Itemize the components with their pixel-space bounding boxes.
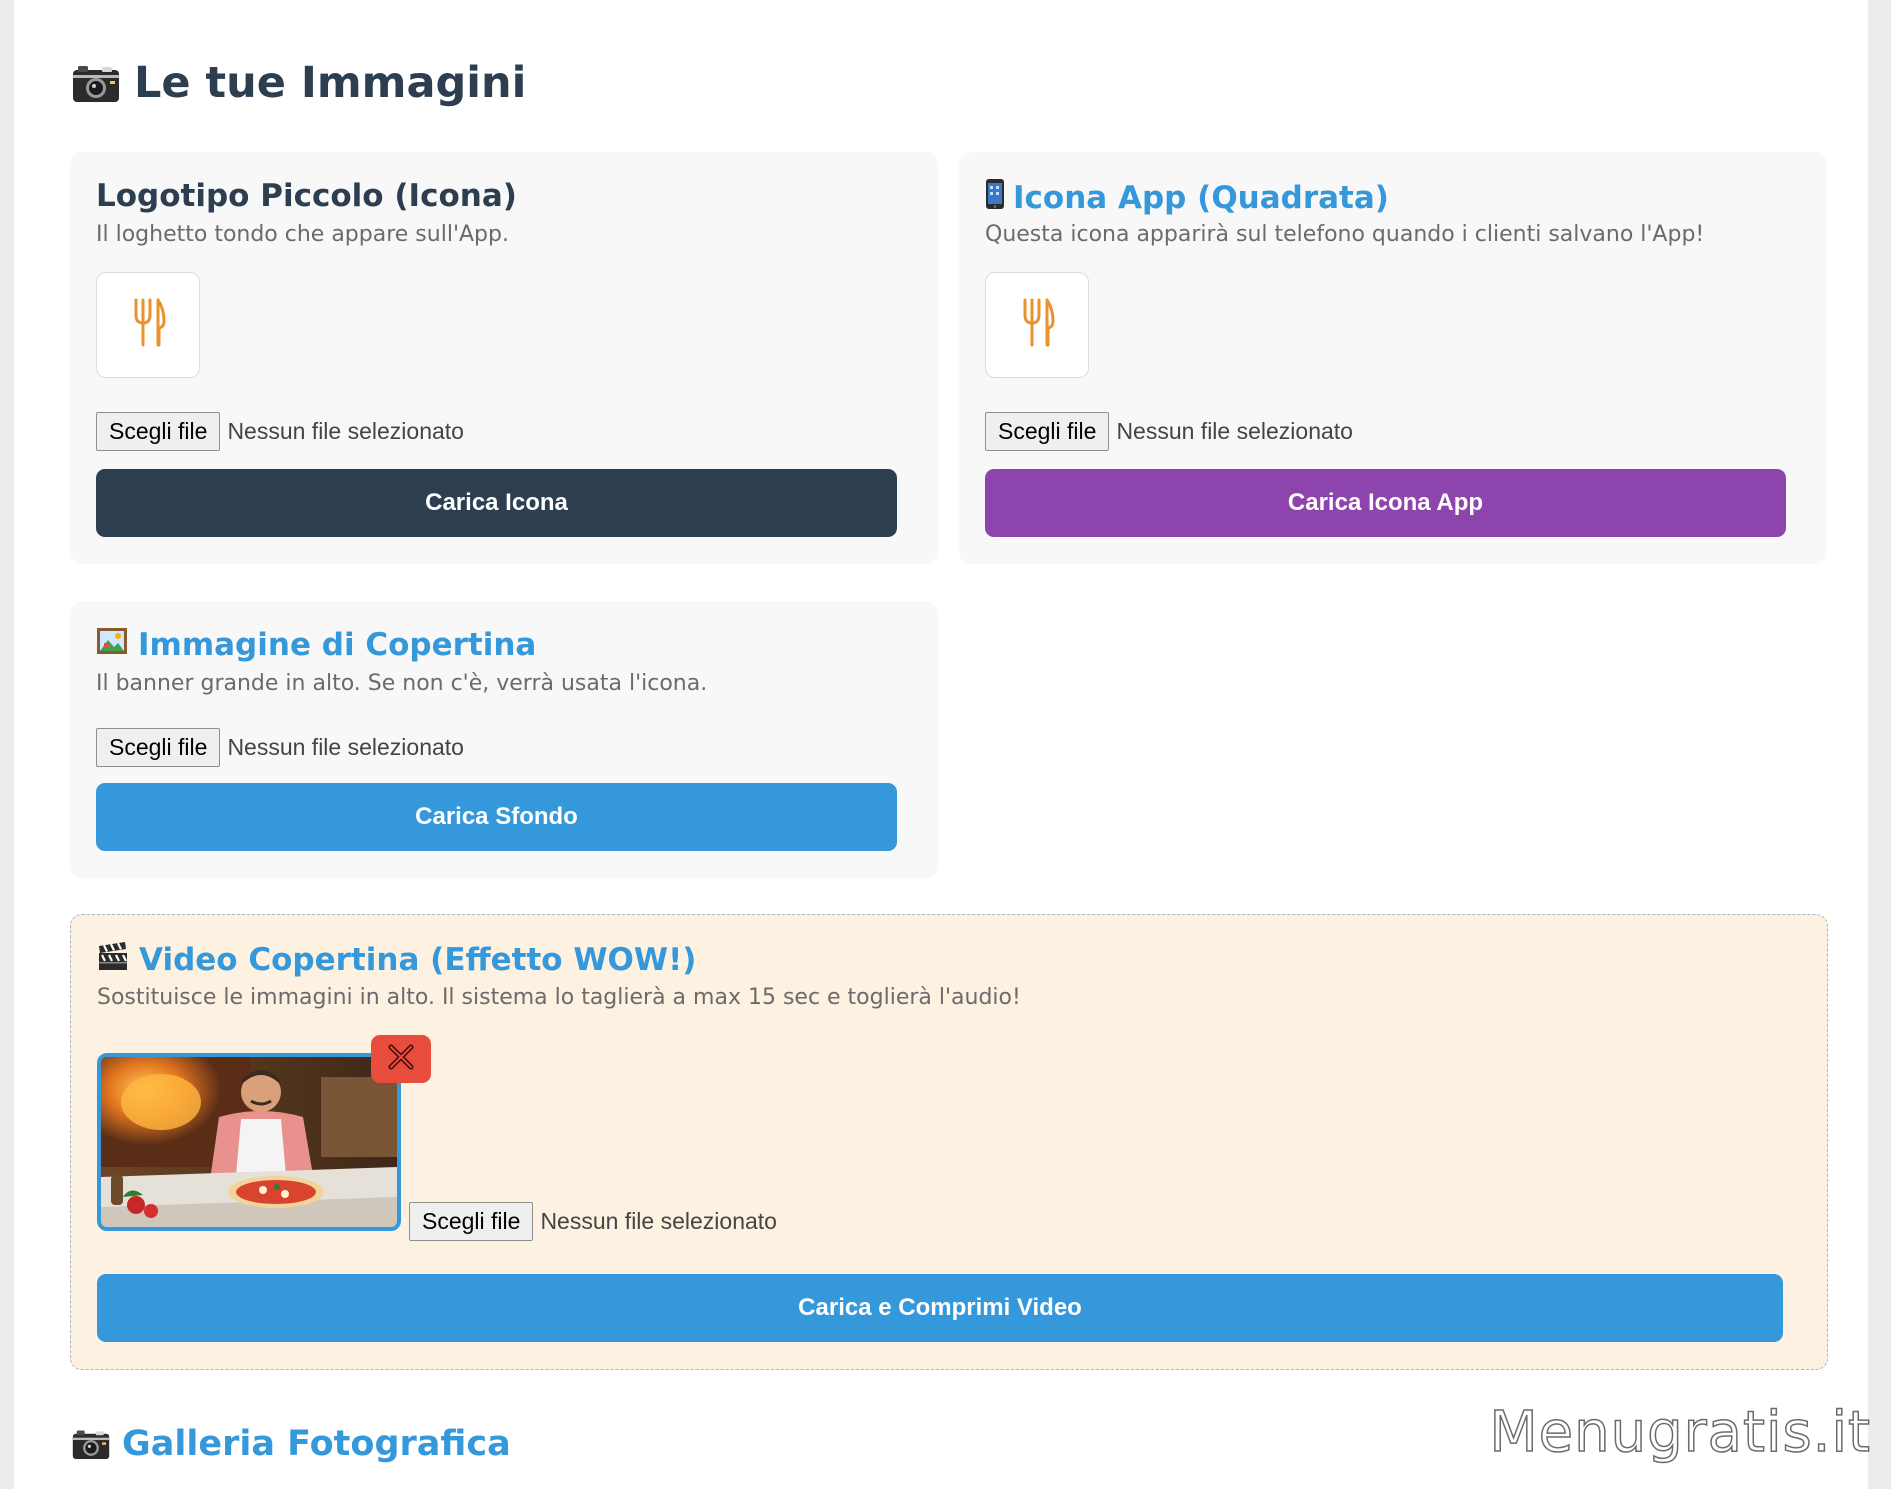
cover-card-description: Il banner grande in alto. Se non c'è, ve… (96, 671, 708, 696)
video-card: Video Copertina (Effetto WOW!) Sostituis… (70, 914, 1828, 1370)
logo-file-status: Nessun file selezionato (227, 418, 464, 444)
video-choose-file-button[interactable]: Scegli file (409, 1202, 534, 1241)
fork-knife-icon (1019, 297, 1055, 354)
gallery-title: Galleria Fotografica (72, 1424, 511, 1464)
cover-file-status: Nessun file selezionato (227, 734, 464, 760)
upload-cover-button[interactable]: Carica Sfondo (96, 783, 897, 851)
upload-app-icon-button[interactable]: Carica Icona App (985, 469, 1786, 537)
cover-choose-file-button[interactable]: Scegli file (96, 728, 221, 767)
video-card-description: Sostituisce le immagini in alto. Il sist… (97, 985, 1021, 1010)
video-file-status: Nessun file selezionato (540, 1208, 777, 1234)
page: Le tue Immagini Logotipo Piccolo (Icona)… (14, 0, 1868, 1489)
logo-card-title: Logotipo Piccolo (Icona) (96, 178, 517, 214)
clapper-board-icon (97, 941, 129, 979)
page-title: Le tue Immagini (72, 58, 526, 108)
app-icon-file-input[interactable]: Scegli file Nessun file selezionato (985, 412, 1353, 451)
camera-icon (72, 63, 120, 103)
picture-icon (96, 627, 128, 663)
watermark: Menugratis.it (1489, 1399, 1871, 1466)
logo-choose-file-button[interactable]: Scegli file (96, 412, 221, 451)
app-icon-choose-file-button[interactable]: Scegli file (985, 412, 1110, 451)
camera-icon (72, 1428, 110, 1460)
video-preview (97, 1053, 401, 1231)
mobile-phone-icon (985, 178, 1005, 218)
scroll-gutter (1868, 0, 1891, 1489)
video-card-title: Video Copertina (Effetto WOW!) (97, 941, 696, 979)
remove-video-button[interactable] (371, 1035, 431, 1083)
fork-knife-icon (130, 297, 166, 354)
close-icon (387, 1043, 415, 1076)
logo-card: Logotipo Piccolo (Icona) Il loghetto ton… (70, 152, 938, 564)
cover-card-title: Immagine di Copertina (96, 627, 536, 663)
upload-icon-button[interactable]: Carica Icona (96, 469, 897, 537)
app-icon-file-status: Nessun file selezionato (1116, 418, 1353, 444)
app-icon-card: Icona App (Quadrata) Questa icona appari… (959, 152, 1827, 564)
gallery-title-text: Galleria Fotografica (122, 1424, 511, 1464)
page-title-text: Le tue Immagini (134, 58, 527, 108)
upload-video-button[interactable]: Carica e Comprimi Video (97, 1274, 1783, 1342)
cover-file-input[interactable]: Scegli file Nessun file selezionato (96, 728, 464, 767)
logo-preview (96, 272, 200, 378)
app-icon-card-title: Icona App (Quadrata) (985, 178, 1389, 218)
logo-card-description: Il loghetto tondo che appare sull'App. (96, 222, 509, 247)
video-file-input[interactable]: Scegli file Nessun file selezionato (409, 1202, 777, 1241)
app-icon-preview (985, 272, 1089, 378)
logo-file-input[interactable]: Scegli file Nessun file selezionato (96, 412, 464, 451)
cover-card: Immagine di Copertina Il banner grande i… (70, 601, 938, 878)
app-icon-card-description: Questa icona apparirà sul telefono quand… (985, 222, 1705, 247)
